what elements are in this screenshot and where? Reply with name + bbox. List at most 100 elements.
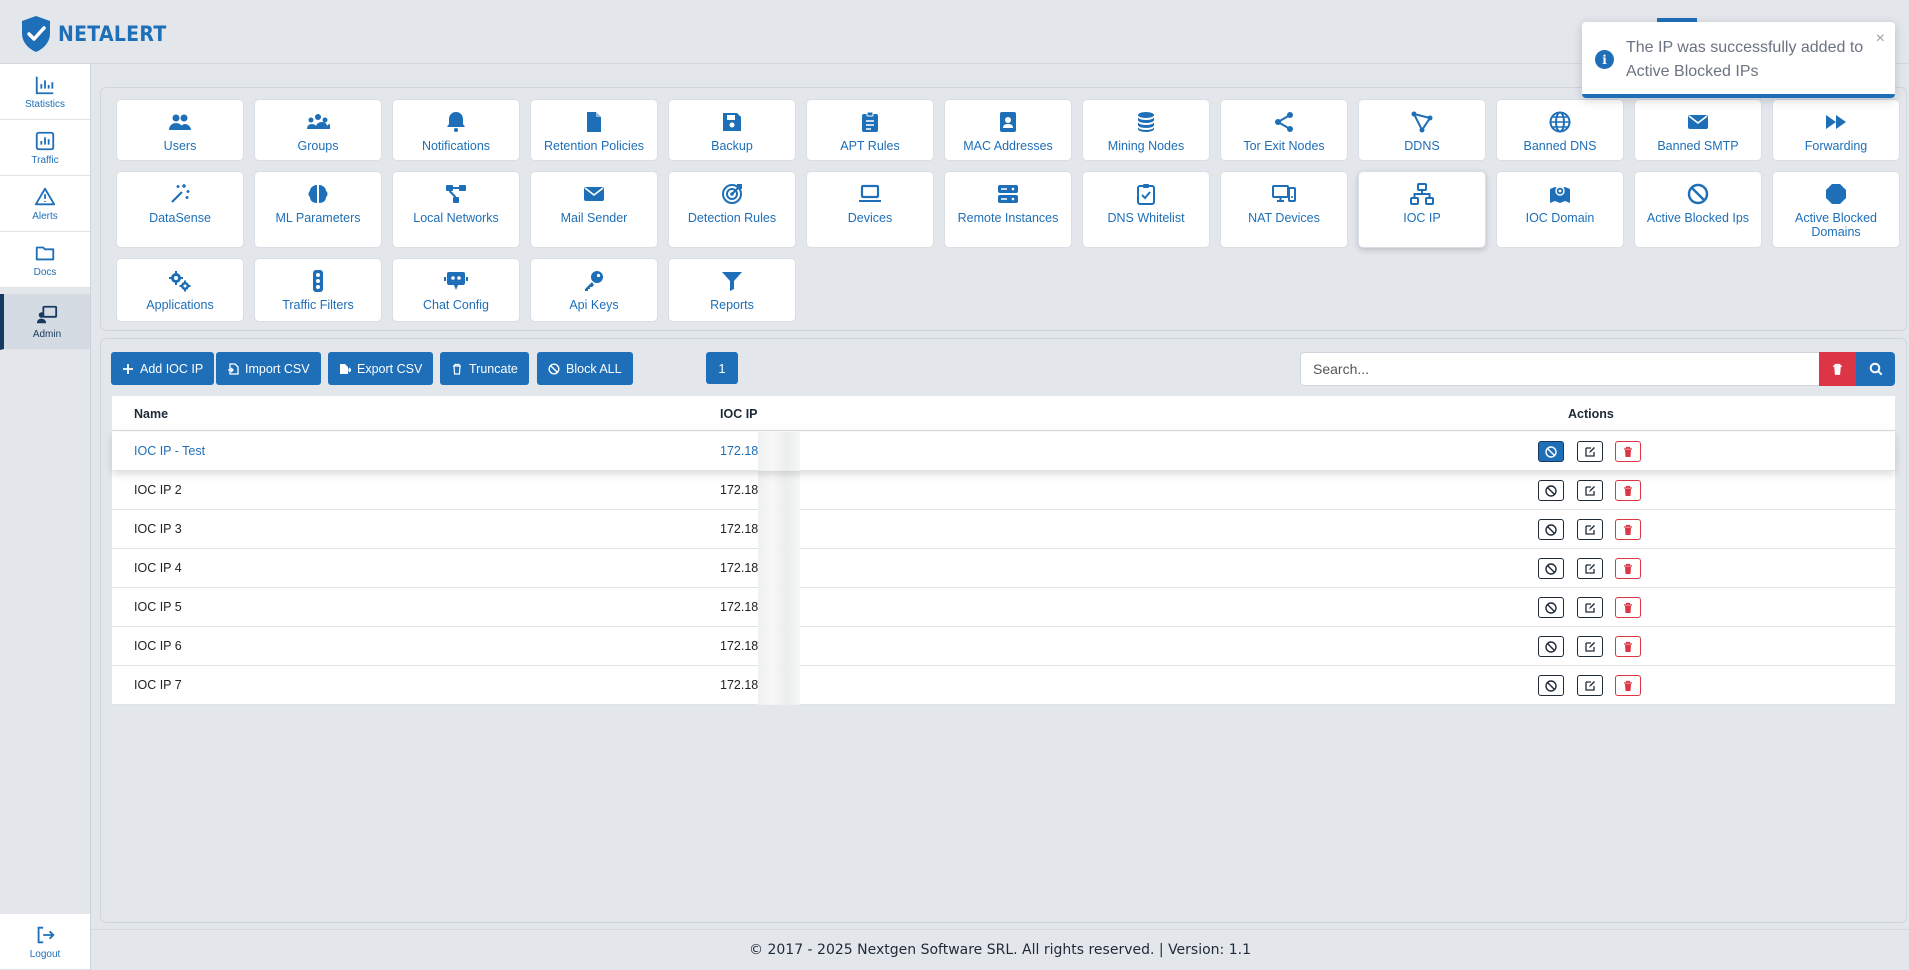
tile-banned-dns[interactable]: Banned DNS	[1496, 99, 1624, 161]
column-header-name[interactable]: Name	[134, 407, 168, 421]
redacted-ip-mask	[758, 588, 800, 627]
delete-button[interactable]	[1615, 480, 1641, 501]
export-csv-button[interactable]: Export CSV	[328, 352, 434, 385]
row-name: IOC IP 7	[134, 678, 182, 692]
tile-label: Chat Config	[422, 298, 489, 312]
ban-icon	[1687, 183, 1709, 205]
tile-tor-exit-nodes[interactable]: Tor Exit Nodes	[1220, 99, 1348, 161]
block-button[interactable]	[1538, 480, 1564, 501]
tile-ioc-domain[interactable]: IOC Domain	[1496, 171, 1624, 248]
edit-button[interactable]	[1577, 519, 1603, 540]
tile-devices[interactable]: Devices	[806, 171, 934, 248]
tile-backup[interactable]: Backup	[668, 99, 796, 161]
column-header-ip[interactable]: IOC IP	[720, 407, 758, 421]
tile-reports[interactable]: Reports	[668, 258, 796, 322]
tile-ioc-ip[interactable]: IOC IP	[1358, 171, 1486, 248]
tile-dns-whitelist[interactable]: DNS Whitelist	[1082, 171, 1210, 248]
block-all-button[interactable]: Block ALL	[537, 352, 633, 385]
tile-retention-policies[interactable]: Retention Policies	[530, 99, 658, 161]
toast-close-button[interactable]: ×	[1876, 30, 1885, 48]
tile-detection-rules[interactable]: Detection Rules	[668, 171, 796, 248]
search-button[interactable]	[1856, 352, 1895, 386]
tile-label: Detection Rules	[687, 211, 777, 225]
network-nodes-icon	[446, 185, 466, 203]
tile-groups[interactable]: Groups	[254, 99, 382, 161]
edit-button[interactable]	[1577, 675, 1603, 696]
sitemap-icon	[1410, 183, 1434, 205]
tile-remote-instances[interactable]: Remote Instances	[944, 171, 1072, 248]
delete-button[interactable]	[1615, 636, 1641, 657]
map-location-icon	[1550, 186, 1570, 203]
address-book-icon	[1000, 112, 1016, 132]
table-row[interactable]: IOC IP 2 172.18	[112, 471, 1895, 510]
tile-mail-sender[interactable]: Mail Sender	[530, 171, 658, 248]
tile-label: Remote Instances	[957, 211, 1059, 225]
tile-ml-parameters[interactable]: ML Parameters	[254, 171, 382, 248]
tile-notifications[interactable]: Notifications	[392, 99, 520, 161]
block-button[interactable]	[1538, 675, 1564, 696]
edit-button[interactable]	[1577, 636, 1603, 657]
table-row[interactable]: IOC IP 4 172.18	[112, 549, 1895, 588]
clipboard-check-icon	[1137, 184, 1155, 205]
trash-icon	[1624, 563, 1632, 574]
sidebar-item-logout[interactable]: Logout	[0, 914, 90, 970]
delete-button[interactable]	[1615, 441, 1641, 462]
block-button[interactable]	[1538, 441, 1564, 462]
sidebar-item-statistics[interactable]: Statistics	[0, 64, 90, 120]
ban-icon	[1545, 523, 1557, 536]
tile-nat-devices[interactable]: NAT Devices	[1220, 171, 1348, 248]
tile-api-keys[interactable]: Api Keys	[530, 258, 658, 322]
search-input[interactable]	[1300, 352, 1819, 386]
tile-forwarding[interactable]: Forwarding	[1772, 99, 1900, 161]
trash-icon	[1624, 446, 1632, 457]
import-csv-button[interactable]: Import CSV	[216, 352, 321, 385]
sidebar-item-traffic[interactable]: Traffic	[0, 120, 90, 176]
tile-mining-nodes[interactable]: Mining Nodes	[1082, 99, 1210, 161]
table-row[interactable]: IOC IP 7 172.18	[112, 666, 1895, 705]
tile-applications[interactable]: Applications	[116, 258, 244, 322]
block-button[interactable]	[1538, 636, 1564, 657]
delete-button[interactable]	[1615, 558, 1641, 579]
edit-button[interactable]	[1577, 480, 1603, 501]
bullseye-icon	[722, 184, 742, 204]
tile-ddns[interactable]: DDNS	[1358, 99, 1486, 161]
table-row[interactable]: IOC IP 3 172.18	[112, 510, 1895, 549]
block-button[interactable]	[1538, 519, 1564, 540]
tile-active-blocked-ips[interactable]: Active Blocked Ips	[1634, 171, 1762, 248]
add-ioc-ip-button[interactable]: Add IOC IP	[111, 352, 215, 385]
tile-traffic-filters[interactable]: Traffic Filters	[254, 258, 382, 322]
edit-button[interactable]	[1577, 441, 1603, 462]
column-header-actions: Actions	[1568, 407, 1614, 421]
pagination-page-1[interactable]: 1	[706, 352, 738, 384]
delete-button[interactable]	[1615, 519, 1641, 540]
delete-button[interactable]	[1615, 675, 1641, 696]
block-button[interactable]	[1538, 597, 1564, 618]
tile-chat-config[interactable]: Chat Config	[392, 258, 520, 322]
edit-button[interactable]	[1577, 558, 1603, 579]
brand-logo[interactable]: NETALERT	[18, 14, 179, 54]
delete-button[interactable]	[1615, 597, 1641, 618]
table-row[interactable]: IOC IP 6 172.18	[112, 627, 1895, 666]
trash-icon	[453, 363, 461, 375]
block-button[interactable]	[1538, 558, 1564, 579]
tile-label: IOC IP	[1403, 211, 1441, 225]
tile-local-networks[interactable]: Local Networks	[392, 171, 520, 248]
trash-icon	[1624, 680, 1632, 691]
table-row[interactable]: IOC IP - Test 172.18	[112, 432, 1895, 471]
tile-mac-addresses[interactable]: MAC Addresses	[944, 99, 1072, 161]
tile-users[interactable]: Users	[116, 99, 244, 161]
tile-apt-rules[interactable]: APT Rules	[806, 99, 934, 161]
sidebar-item-docs[interactable]: Docs	[0, 232, 90, 288]
edit-button[interactable]	[1577, 597, 1603, 618]
share-nodes-icon	[1275, 112, 1293, 132]
clear-search-button[interactable]	[1819, 352, 1856, 386]
sidebar-item-admin[interactable]: Admin	[0, 294, 90, 350]
tile-datasense[interactable]: DataSense	[116, 171, 244, 248]
table-row[interactable]: IOC IP 5 172.18	[112, 588, 1895, 627]
brain-icon	[308, 185, 328, 203]
tile-active-blocked-domains[interactable]: Active Blocked Domains	[1772, 171, 1900, 248]
sidebar-item-alerts[interactable]: Alerts	[0, 176, 90, 232]
tile-banned-smtp[interactable]: Banned SMTP	[1634, 99, 1762, 161]
truncate-button[interactable]: Truncate	[440, 352, 529, 385]
ioc-ip-table: Name IOC IP Actions IOC IP - Test 172.18 I…	[112, 396, 1895, 705]
